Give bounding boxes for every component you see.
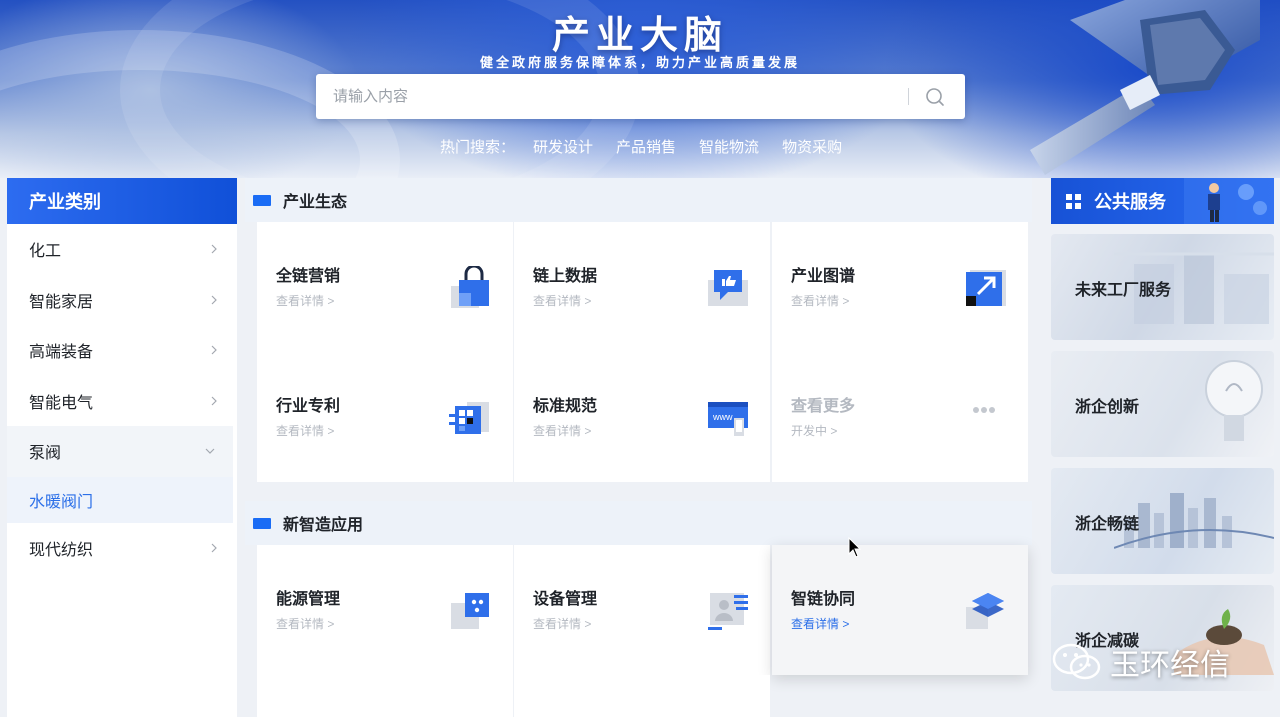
section-title: 产业生态 <box>283 194 348 211</box>
wechat-icon <box>1052 643 1101 680</box>
service-label: 浙企创新 <box>1075 399 1140 416</box>
expand-arrow-icon <box>966 270 1006 306</box>
hot-search-link[interactable]: 物资采购 <box>782 136 842 157</box>
search-input[interactable] <box>316 74 906 119</box>
mouse-cursor-icon <box>848 537 862 558</box>
card-partial[interactable] <box>257 675 513 717</box>
card-title: 全链营销 <box>276 268 341 285</box>
service-label: 未来工厂服务 <box>1075 282 1172 299</box>
chevron-right-icon <box>211 244 217 254</box>
chevron-right-icon <box>211 543 217 553</box>
section-marker <box>253 517 271 529</box>
hot-search-bar: 热门搜索： 研发设计 产品销售 智能物流 物资采购 <box>440 136 865 156</box>
card-title: 产业图谱 <box>791 268 856 285</box>
sidebar-item-label: 化工 <box>29 243 62 261</box>
card-title: 智链协同 <box>791 591 856 608</box>
section-title: 新智造应用 <box>283 517 364 534</box>
sidebar-subitem-plumbing-valve[interactable]: 水暖阀门 <box>7 476 233 523</box>
card-title: 能源管理 <box>276 591 341 608</box>
dots-square-icon <box>451 593 489 629</box>
hot-search-link[interactable]: 智能物流 <box>699 136 759 157</box>
svg-text:www: www <box>712 412 733 422</box>
search-icon[interactable] <box>922 84 948 110</box>
card-title: 设备管理 <box>533 591 598 608</box>
public-services-title: 公共服务 <box>1094 192 1166 212</box>
chevron-right-icon <box>211 295 217 305</box>
card-industry-patent[interactable]: 行业专利 查看详情 > <box>257 352 513 482</box>
grid-icon <box>1066 193 1081 209</box>
card-detail-link[interactable]: 查看详情 > <box>276 615 334 632</box>
sidebar-title: 产业类别 <box>7 178 237 224</box>
card-detail-link[interactable]: 查看详情 > <box>276 292 334 309</box>
card-detail-link[interactable]: 开发中 > <box>791 422 837 439</box>
sidebar-item-label: 智能电气 <box>29 394 94 412</box>
section-header-smart-manufacturing: 新智造应用 <box>245 501 1032 545</box>
hot-search-link[interactable]: 研发设计 <box>533 136 593 157</box>
card-detail-link[interactable]: 查看详情 > <box>533 422 591 439</box>
sidebar-item-label: 高端装备 <box>29 344 94 362</box>
sidebar-item-label: 智能家居 <box>29 293 94 311</box>
sidebar-item-chemical[interactable]: 化工 <box>7 224 237 275</box>
card-full-chain-marketing[interactable]: 全链营销 查看详情 > <box>257 222 513 352</box>
card-view-more[interactable]: 查看更多 开发中 > <box>772 352 1028 482</box>
card-smart-chain-collaboration[interactable]: 智链协同 查看详情 > <box>772 545 1028 675</box>
card-detail-link[interactable]: 查看详情 > <box>791 292 849 309</box>
card-equipment-management[interactable]: 设备管理 查看详情 > <box>514 545 770 675</box>
service-card-zhejiang-chain[interactable]: 浙企畅链 <box>1051 468 1274 574</box>
category-sidebar: 产业类别 化工 智能家居 高端装备 智能电气 泵阀 水暖阀门 现代纺织 <box>7 178 237 717</box>
card-industry-map[interactable]: 产业图谱 查看详情 > <box>772 222 1028 352</box>
card-detail-link[interactable]: 查看详情 > <box>276 422 334 439</box>
card-title: 查看更多 <box>791 398 856 415</box>
service-person-illustration <box>1184 178 1274 224</box>
sidebar-item-label: 现代纺织 <box>29 541 94 559</box>
person-card-icon <box>708 593 748 630</box>
card-detail-link[interactable]: 查看详情 > <box>533 615 591 632</box>
hero-banner: 产业大脑 健全政府服务保障体系，助力产业高质量发展 热门搜索： 研发设计 产品销… <box>0 0 1280 178</box>
more-dots-icon <box>973 407 995 413</box>
section-marker <box>253 194 271 206</box>
sidebar-item-smart-electric[interactable]: 智能电气 <box>7 376 237 427</box>
page-subtitle: 健全政府服务保障体系，助力产业高质量发展 <box>479 55 800 70</box>
card-detail-link[interactable]: 查看详情 > <box>533 292 591 309</box>
card-title: 行业专利 <box>276 398 341 415</box>
hot-search-link[interactable]: 产品销售 <box>616 136 676 157</box>
card-on-chain-data[interactable]: 链上数据 查看详情 > <box>514 222 770 352</box>
chevron-right-icon <box>211 396 217 406</box>
stacked-layers-icon <box>966 593 1004 629</box>
public-services-header: 公共服务 <box>1051 178 1274 224</box>
service-card-zhejiang-innovation[interactable]: 浙企创新 <box>1051 351 1274 457</box>
lock-icon <box>451 266 489 308</box>
sidebar-item-smart-home[interactable]: 智能家居 <box>7 275 237 326</box>
chevron-down-icon <box>205 448 215 455</box>
layered-grid-icon <box>449 402 489 434</box>
chat-thumbs-up-icon <box>708 270 748 306</box>
watermark-text: 玉环经信 <box>1110 649 1230 682</box>
page-title: 产业大脑 <box>551 15 728 57</box>
card-detail-link[interactable]: 查看详情 > <box>791 615 849 632</box>
search-box <box>316 74 965 119</box>
card-energy-management[interactable]: 能源管理 查看详情 > <box>257 545 513 675</box>
sidebar-item-modern-textile[interactable]: 现代纺织 <box>7 523 237 574</box>
sidebar-item-pump-valve[interactable]: 泵阀 <box>7 426 233 477</box>
card-title: 标准规范 <box>533 398 598 415</box>
service-card-future-factory[interactable]: 未来工厂服务 <box>1051 234 1274 340</box>
service-label: 浙企畅链 <box>1075 516 1140 533</box>
chevron-right-icon <box>211 345 217 355</box>
search-divider <box>908 88 909 105</box>
sidebar-item-label: 泵阀 <box>29 445 62 463</box>
card-standards[interactable]: 标准规范 查看详情 > www <box>514 352 770 482</box>
hot-search-label: 热门搜索： <box>440 138 516 156</box>
watermark: 玉环经信 <box>1052 640 1230 684</box>
card-partial[interactable] <box>514 675 770 717</box>
sidebar-item-high-end-equipment[interactable]: 高端装备 <box>7 325 237 376</box>
card-title: 链上数据 <box>533 268 598 285</box>
www-monitor-icon: www <box>708 402 748 436</box>
section-header-ecosystem: 产业生态 <box>245 178 1032 222</box>
